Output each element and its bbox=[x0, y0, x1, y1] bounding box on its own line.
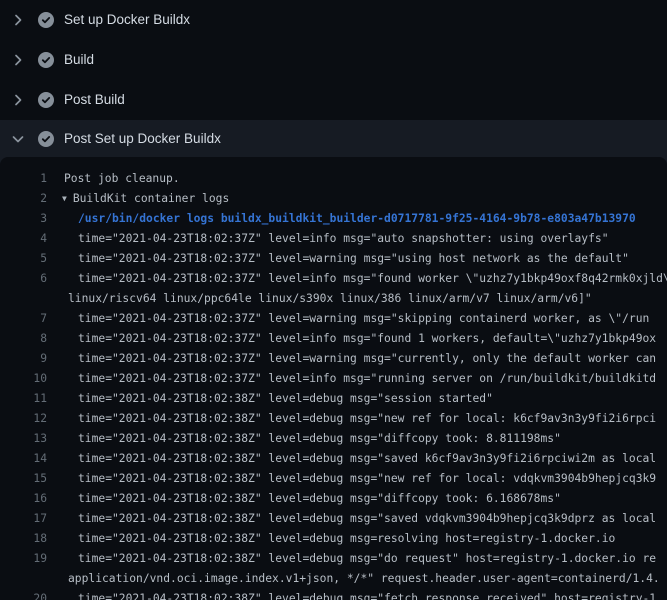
log-line-number[interactable]: 19 bbox=[0, 549, 47, 569]
log-text: time="2021-04-23T18:02:37Z" level=info m… bbox=[47, 229, 609, 249]
log-line-number[interactable]: 12 bbox=[0, 409, 47, 429]
step-title: Set up Docker Buildx bbox=[64, 12, 190, 28]
log-line: 18time="2021-04-23T18:02:38Z" level=debu… bbox=[0, 529, 667, 549]
triangle-down-icon: ▼ bbox=[62, 189, 67, 209]
log-line: 9time="2021-04-23T18:02:37Z" level=warni… bbox=[0, 349, 667, 369]
log-command-text: /usr/bin/docker logs buildx_buildkit_bui… bbox=[47, 209, 636, 229]
log-text: time="2021-04-23T18:02:37Z" level=info m… bbox=[47, 269, 667, 289]
log-text: time="2021-04-23T18:02:37Z" level=info m… bbox=[47, 329, 656, 349]
log-line: 12time="2021-04-23T18:02:38Z" level=debu… bbox=[0, 409, 667, 429]
log-group-toggle[interactable]: ▼ BuildKit container logs bbox=[47, 189, 229, 209]
log-line-continuation: linux/riscv64 linux/ppc64le linux/s390x … bbox=[0, 289, 667, 309]
log-area: 1Post job cleanup.2 ▼ BuildKit container l… bbox=[0, 157, 667, 600]
expanded-step-header[interactable]: Post Set up Docker Buildx bbox=[0, 120, 667, 157]
step-row-build[interactable]: Build bbox=[0, 40, 667, 80]
log-line: 16time="2021-04-23T18:02:38Z" level=debu… bbox=[0, 489, 667, 509]
steps-list: Set up Docker Buildx Build Post Build bbox=[0, 0, 667, 120]
log-line-number[interactable]: 8 bbox=[0, 329, 47, 349]
log-line-number[interactable]: 1 bbox=[0, 169, 47, 189]
step-title: Build bbox=[64, 52, 94, 68]
log-line-number[interactable]: 10 bbox=[0, 369, 47, 389]
check-circle-icon bbox=[38, 131, 54, 147]
log-line-number[interactable]: 4 bbox=[0, 229, 47, 249]
chevron-right-icon bbox=[10, 12, 26, 28]
log-line-continuation: application/vnd.oci.image.index.v1+json,… bbox=[0, 569, 667, 589]
check-circle-icon bbox=[38, 12, 54, 28]
log-line-number[interactable]: 2 bbox=[0, 189, 47, 209]
log-text: linux/riscv64 linux/ppc64le linux/s390x … bbox=[47, 289, 592, 309]
log-group-label: BuildKit container logs bbox=[73, 192, 229, 205]
log-line: 15time="2021-04-23T18:02:38Z" level=debu… bbox=[0, 469, 667, 489]
log-line-number[interactable]: 13 bbox=[0, 429, 47, 449]
log-line: 7time="2021-04-23T18:02:37Z" level=warni… bbox=[0, 309, 667, 329]
chevron-right-icon bbox=[10, 92, 26, 108]
log-line-number[interactable]: 7 bbox=[0, 309, 47, 329]
log-text: time="2021-04-23T18:02:38Z" level=debug … bbox=[47, 469, 656, 489]
log-text: time="2021-04-23T18:02:37Z" level=warnin… bbox=[47, 349, 656, 369]
log-line-number[interactable]: 11 bbox=[0, 389, 47, 409]
log-line-number[interactable]: 15 bbox=[0, 469, 47, 489]
log-text: Post job cleanup. bbox=[47, 169, 180, 189]
log-text: time="2021-04-23T18:02:38Z" level=debug … bbox=[47, 549, 656, 569]
step-title: Post Build bbox=[64, 92, 125, 108]
log-line-number[interactable]: 3 bbox=[0, 209, 47, 229]
log-line-number[interactable]: 6 bbox=[0, 269, 47, 289]
log-line-number[interactable]: 18 bbox=[0, 529, 47, 549]
log-text: time="2021-04-23T18:02:38Z" level=debug … bbox=[47, 489, 561, 509]
log-text: time="2021-04-23T18:02:38Z" level=debug … bbox=[47, 449, 656, 469]
log-line: 11time="2021-04-23T18:02:38Z" level=debu… bbox=[0, 389, 667, 409]
log-line-number[interactable]: 9 bbox=[0, 349, 47, 369]
chevron-down-icon bbox=[10, 131, 26, 147]
log-line: 14time="2021-04-23T18:02:38Z" level=debu… bbox=[0, 449, 667, 469]
chevron-right-icon bbox=[10, 52, 26, 68]
workflow-steps-panel: Set up Docker Buildx Build Post Build Post… bbox=[0, 0, 667, 600]
log-text: time="2021-04-23T18:02:38Z" level=debug … bbox=[47, 589, 656, 600]
log-line-number bbox=[0, 289, 47, 309]
step-row-post-set-up-docker-buildx[interactable]: Post Set up Docker Buildx bbox=[0, 120, 667, 157]
log-text: time="2021-04-23T18:02:37Z" level=warnin… bbox=[47, 309, 649, 329]
log-text: time="2021-04-23T18:02:37Z" level=info m… bbox=[47, 369, 656, 389]
log-line-number bbox=[0, 569, 47, 589]
log-text: time="2021-04-23T18:02:38Z" level=debug … bbox=[47, 389, 493, 409]
log-line: 20time="2021-04-23T18:02:38Z" level=debu… bbox=[0, 589, 667, 600]
log-line: 19time="2021-04-23T18:02:38Z" level=debu… bbox=[0, 549, 667, 569]
step-row-set-up-docker-buildx[interactable]: Set up Docker Buildx bbox=[0, 0, 667, 40]
step-row-post-build[interactable]: Post Build bbox=[0, 80, 667, 120]
log-line: 10time="2021-04-23T18:02:37Z" level=info… bbox=[0, 369, 667, 389]
log-text: time="2021-04-23T18:02:38Z" level=debug … bbox=[47, 409, 656, 429]
log-line-number[interactable]: 14 bbox=[0, 449, 47, 469]
log-line: 4time="2021-04-23T18:02:37Z" level=info … bbox=[0, 229, 667, 249]
log-text: time="2021-04-23T18:02:38Z" level=debug … bbox=[47, 429, 561, 449]
log-line: 17time="2021-04-23T18:02:38Z" level=debu… bbox=[0, 509, 667, 529]
log-line-number[interactable]: 17 bbox=[0, 509, 47, 529]
expanded-step-section: Post Set up Docker Buildx 1Post job clea… bbox=[0, 120, 667, 600]
log-line: 1Post job cleanup. bbox=[0, 169, 667, 189]
log-line: 6time="2021-04-23T18:02:37Z" level=info … bbox=[0, 269, 667, 289]
log-line-number[interactable]: 16 bbox=[0, 489, 47, 509]
log-text: time="2021-04-23T18:02:38Z" level=debug … bbox=[47, 529, 615, 549]
log-text: time="2021-04-23T18:02:37Z" level=warnin… bbox=[47, 249, 629, 269]
log-line: 8time="2021-04-23T18:02:37Z" level=info … bbox=[0, 329, 667, 349]
log-line: 3/usr/bin/docker logs buildx_buildkit_bu… bbox=[0, 209, 667, 229]
log-line: 13time="2021-04-23T18:02:38Z" level=debu… bbox=[0, 429, 667, 449]
log-line: 5time="2021-04-23T18:02:37Z" level=warni… bbox=[0, 249, 667, 269]
log-line: 2 ▼ BuildKit container logs bbox=[0, 189, 667, 209]
step-title: Post Set up Docker Buildx bbox=[64, 131, 221, 147]
log-text: time="2021-04-23T18:02:38Z" level=debug … bbox=[47, 509, 656, 529]
check-circle-icon bbox=[38, 52, 54, 68]
log-line-number[interactable]: 5 bbox=[0, 249, 47, 269]
check-circle-icon bbox=[38, 92, 54, 108]
log-line-number[interactable]: 20 bbox=[0, 589, 47, 600]
log-text: application/vnd.oci.image.index.v1+json,… bbox=[47, 569, 660, 589]
